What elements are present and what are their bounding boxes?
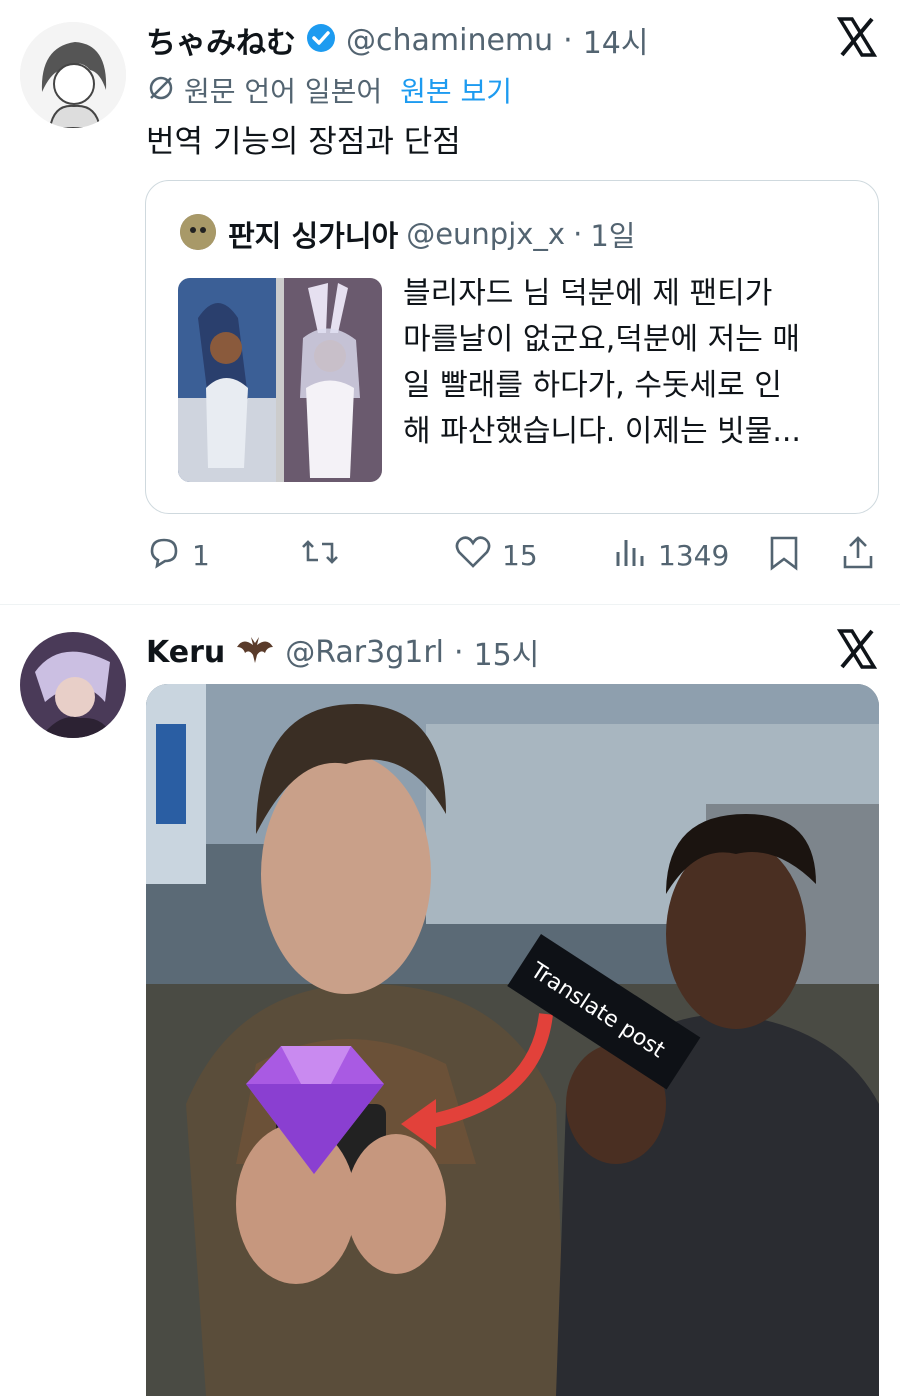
- bookmark-icon: [766, 534, 802, 579]
- tweet-media[interactable]: Translate post: [146, 684, 879, 1396]
- tweet-text: 번역 기능의 장점과 단점: [146, 124, 461, 160]
- x-logo-icon[interactable]: [836, 628, 878, 674]
- quote-media-image: [178, 278, 382, 482]
- tweet1-header: ちゃみねむ @chaminemu · 14시: [146, 18, 649, 62]
- timestamp[interactable]: 14시: [583, 18, 649, 62]
- analytics-icon: [612, 534, 648, 577]
- bookmark-button[interactable]: [766, 534, 802, 579]
- x-logo-icon[interactable]: [836, 16, 878, 62]
- timestamp[interactable]: 15시: [474, 630, 540, 674]
- views-button[interactable]: 1349: [612, 534, 729, 577]
- quote-media[interactable]: [178, 278, 382, 482]
- share-button[interactable]: [840, 534, 876, 579]
- view-original-link[interactable]: 원본 보기: [400, 70, 512, 110]
- display-name[interactable]: ちゃみねむ: [146, 18, 296, 62]
- avatar-chaminemu[interactable]: [20, 22, 126, 128]
- avatar-keru[interactable]: [20, 632, 126, 738]
- quote-avatar: [180, 214, 216, 250]
- quote-text-line: 마를날이 없군요,덕분에 저는 매: [403, 322, 800, 357]
- reply-button[interactable]: 1: [146, 534, 210, 577]
- separator: ·: [573, 217, 583, 251]
- avatar-illustration: [20, 632, 126, 738]
- reply-count: 1: [192, 539, 210, 572]
- translation-row: 원문 언어 일본어 원본 보기: [146, 70, 512, 110]
- quote-text-line: 해 파산했습니다. 이제는 빗물...: [403, 414, 801, 449]
- quote-text-line: 블리자드 님 덕분에 제 팬티가: [403, 276, 773, 311]
- handle[interactable]: @Rar3g1rl: [285, 635, 444, 670]
- tweet-divider: [0, 604, 900, 605]
- like-count: 15: [502, 539, 538, 572]
- repost-button[interactable]: [300, 534, 340, 577]
- view-count: 1349: [658, 539, 730, 572]
- separator: ·: [454, 634, 464, 670]
- handle[interactable]: @chaminemu: [346, 23, 553, 58]
- quote-text: 블리자드 님 덕분에 제 팬티가 마를날이 없군요,덕분에 저는 매 일 빨래를…: [403, 271, 801, 455]
- tweet2-header: Keru @Rar3g1rl · 15시: [146, 630, 539, 674]
- share-icon: [840, 534, 876, 579]
- quote-handle: @eunpjx_x: [406, 217, 566, 251]
- heart-icon: [454, 534, 492, 577]
- quote-timestamp: 1일: [590, 219, 636, 253]
- display-name[interactable]: Keru: [146, 635, 225, 670]
- quote-text-line: 일 빨래를 하다가, 수돗세로 인: [403, 368, 782, 403]
- quote-display-name: 판지 싱가니아: [228, 219, 399, 253]
- like-button[interactable]: 15: [454, 534, 538, 577]
- translation-note: 원문 언어 일본어: [184, 75, 383, 108]
- quote-tweet-card[interactable]: 판지 싱가니아 @eunpjx_x · 1일 블리자드 님 덕분에 제 팬티가 …: [145, 180, 879, 514]
- bat-icon: [235, 633, 275, 671]
- reply-icon: [146, 534, 182, 577]
- verified-badge-icon: [306, 23, 336, 57]
- avatar-illustration: [20, 22, 126, 128]
- separator: ·: [563, 22, 573, 58]
- translate-icon: [146, 73, 176, 107]
- repost-icon: [300, 534, 340, 577]
- media-meme-image: Translate post: [146, 684, 879, 1396]
